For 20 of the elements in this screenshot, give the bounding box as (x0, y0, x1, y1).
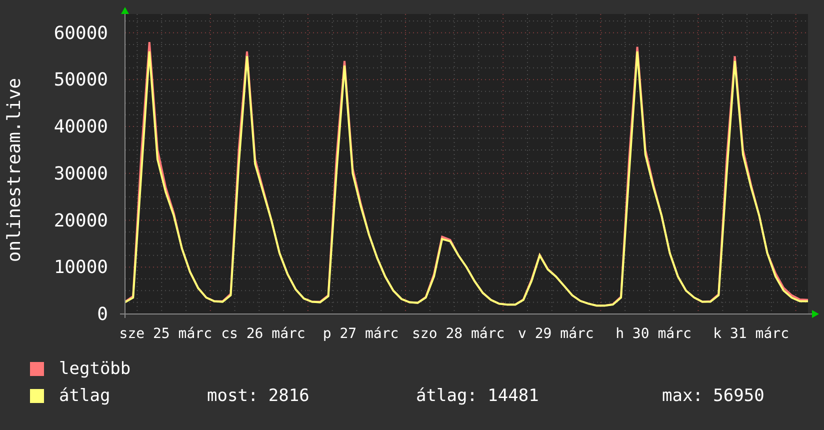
y-axis-title: onlinestream.live (4, 78, 25, 262)
x-tick-label: cs 26 márc (221, 326, 306, 342)
x-tick-label: v 29 márc (518, 326, 594, 342)
stat-value: most: 2816 (207, 386, 310, 406)
y-tick-label: 50000 (54, 70, 108, 91)
x-tick-label: sze 25 márc (119, 326, 212, 342)
stat-value: max: 56950 (662, 386, 764, 406)
x-tick-label: k 31 márc (713, 326, 790, 342)
y-tick-label: 20000 (54, 210, 108, 232)
legend-label: legtöbb (59, 358, 132, 378)
x-tick-label: p 27 márc (322, 326, 399, 342)
stat-value: átlag: 14481 (416, 386, 540, 406)
y-tick-label: 40000 (54, 116, 108, 138)
y-tick-label: 60000 (54, 22, 108, 44)
y-tick-label: 30000 (54, 163, 108, 184)
x-tick-label: h 30 márc (616, 326, 692, 342)
x-tick-label: szo 28 márc (412, 326, 505, 342)
y-tick-label: 10000 (54, 257, 108, 278)
legend-label: átlag (59, 386, 112, 406)
y-tick-label: 0 (97, 304, 108, 325)
